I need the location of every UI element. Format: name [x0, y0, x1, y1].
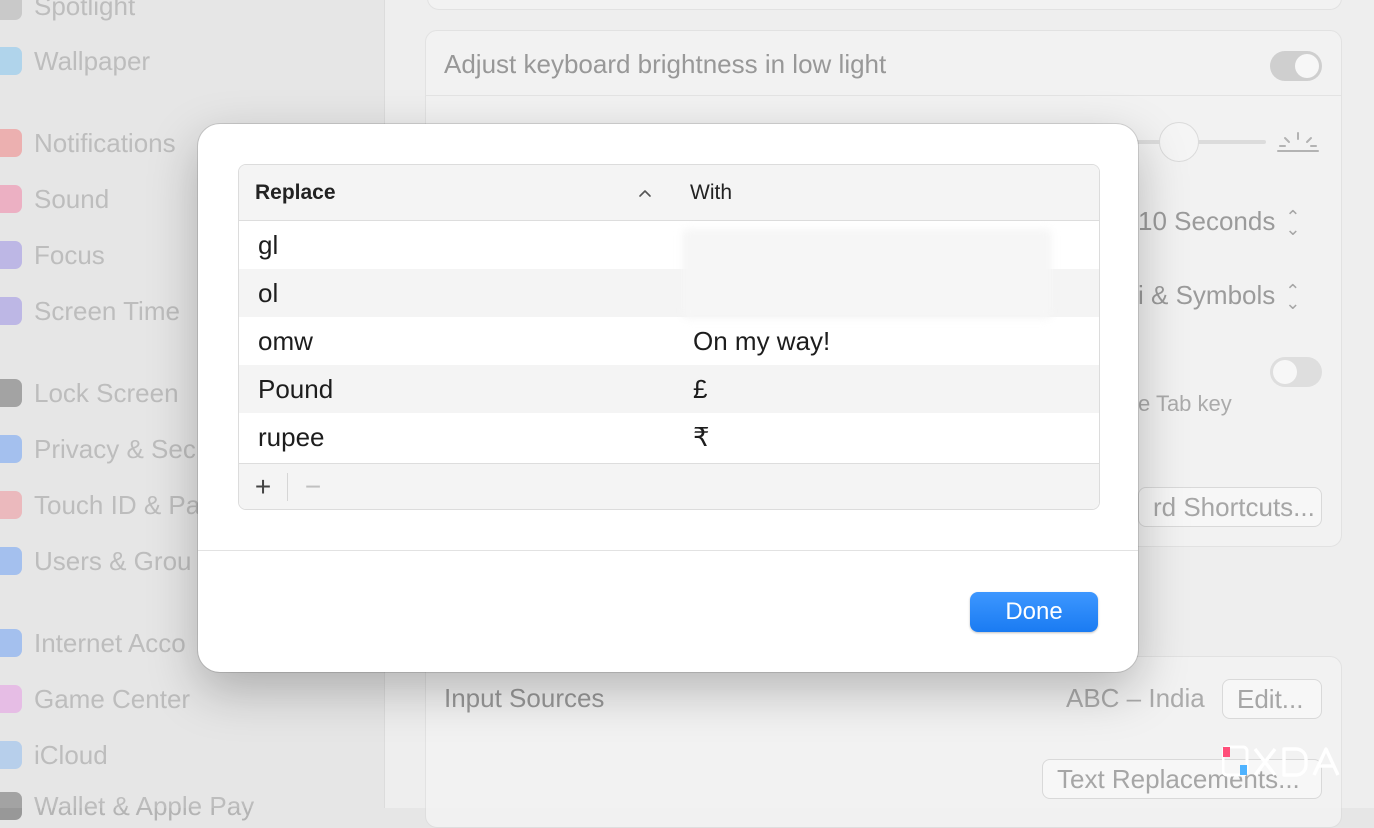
- text-replacements-dialog: Replace With gl ol omw On my way! Pound …: [198, 124, 1138, 672]
- replace-cell[interactable]: rupee: [258, 413, 325, 461]
- table-header: Replace With: [239, 165, 1099, 221]
- done-button[interactable]: Done: [970, 592, 1098, 632]
- column-header-replace[interactable]: Replace: [255, 165, 336, 220]
- table-row[interactable]: Pound £: [239, 365, 1099, 413]
- replace-cell[interactable]: Pound: [258, 365, 333, 413]
- redacted-area: [682, 229, 1052, 319]
- remove-button[interactable]: −: [289, 464, 337, 509]
- add-button[interactable]: +: [239, 464, 287, 509]
- replacements-table: Replace With gl ol omw On my way! Pound …: [238, 164, 1100, 510]
- table-row[interactable]: omw On my way!: [239, 317, 1099, 365]
- table-row[interactable]: rupee ₹: [239, 413, 1099, 461]
- with-cell[interactable]: On my way!: [693, 317, 830, 365]
- dialog-divider: [198, 550, 1138, 551]
- sort-ascending-icon[interactable]: [637, 185, 653, 201]
- replace-cell[interactable]: omw: [258, 317, 313, 365]
- with-cell[interactable]: £: [693, 365, 707, 413]
- table-footer: + −: [239, 463, 1099, 509]
- footer-divider: [287, 473, 288, 501]
- column-header-with[interactable]: With: [690, 165, 732, 220]
- replace-cell[interactable]: gl: [258, 221, 278, 269]
- replace-cell[interactable]: ol: [258, 269, 278, 317]
- xda-logo: [1222, 745, 1340, 777]
- with-cell[interactable]: ₹: [693, 413, 710, 461]
